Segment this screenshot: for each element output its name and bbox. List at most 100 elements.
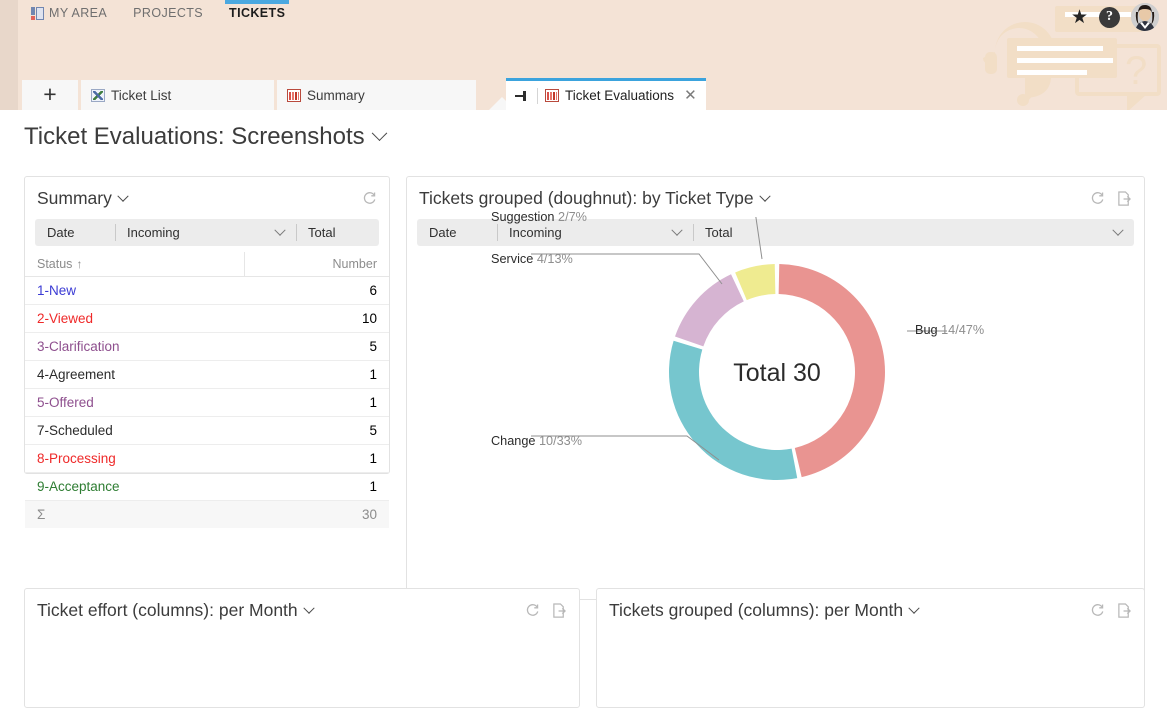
status-link[interactable]: 3-Clarification: [37, 339, 120, 354]
cell-status: 2-Viewed: [25, 304, 245, 333]
topnav-item-tickets[interactable]: TICKETS: [216, 0, 298, 26]
column-header-status[interactable]: Status ↑: [25, 252, 245, 277]
summary-table-header-row: Status ↑ Number: [25, 252, 389, 277]
cell-number: 1: [244, 472, 389, 501]
table-row[interactable]: 7-Scheduled 5: [25, 416, 389, 445]
my-area-icon: [31, 6, 44, 20]
cell-status: 5-Offered: [25, 388, 245, 417]
cell-number: 6: [244, 276, 389, 305]
refresh-icon[interactable]: [362, 191, 377, 206]
chart-icon: [545, 89, 559, 102]
summary-card-actions: [362, 191, 377, 206]
refresh-icon[interactable]: [525, 603, 540, 618]
status-link[interactable]: 4-Agreement: [37, 367, 115, 382]
table-row[interactable]: 4-Agreement 1: [25, 360, 389, 389]
status-link[interactable]: 9-Acceptance: [37, 479, 120, 494]
export-icon[interactable]: [1117, 602, 1132, 619]
doughnut-chart: Total 30 Suggestion 2/7% Service 4/13% C…: [407, 210, 1144, 517]
filter-date[interactable]: Date: [35, 219, 115, 246]
export-icon[interactable]: [552, 602, 567, 619]
tickets-grouped-columns-card-title[interactable]: Tickets grouped (columns): per Month: [609, 600, 920, 621]
add-tab-button[interactable]: +: [22, 80, 78, 110]
refresh-icon[interactable]: [1090, 603, 1105, 618]
topnav-item-my-area[interactable]: MY AREA: [18, 0, 120, 26]
doughnut-card-title-text: Tickets grouped (doughnut): by Ticket Ty…: [419, 188, 754, 208]
doughnut-slice-suggestion[interactable]: [735, 264, 776, 301]
sort-ascending-icon: ↑: [76, 257, 83, 271]
table-row[interactable]: 1-New 6: [25, 276, 389, 305]
chevron-down-icon[interactable]: [302, 602, 315, 614]
summary-card: Summary Date Incoming Total Status ↑ Num…: [24, 176, 390, 528]
cell-number: 1: [244, 444, 389, 473]
cell-status: 9-Acceptance: [25, 472, 245, 501]
chevron-down-icon[interactable]: [908, 602, 920, 614]
doughnut-label-change-text: Change: [491, 434, 536, 448]
tab-ticket-list[interactable]: Ticket List: [81, 80, 274, 110]
doughnut-card-title[interactable]: Tickets grouped (doughnut): by Ticket Ty…: [419, 188, 771, 209]
table-row[interactable]: 9-Acceptance 1: [25, 472, 389, 501]
close-icon[interactable]: ✕: [684, 88, 697, 103]
export-icon[interactable]: [1117, 190, 1132, 207]
status-link[interactable]: 7-Scheduled: [37, 423, 113, 438]
tab-ticket-evaluations[interactable]: Ticket Evaluations ✕: [506, 78, 706, 110]
summary-card-header: Summary: [25, 177, 389, 213]
chevron-down-icon[interactable]: [117, 190, 129, 202]
doughnut-label-suggestion: Suggestion 2/7%: [491, 210, 587, 224]
tickets-grouped-columns-card-title-text: Tickets grouped (columns): per Month: [609, 600, 904, 620]
doughnut-label-bug-value: 14/47%: [941, 323, 985, 337]
table-row[interactable]: 5-Offered 1: [25, 388, 389, 417]
chevron-down-icon[interactable]: [274, 224, 286, 236]
doughnut-label-suggestion-value: 2/7%: [558, 210, 587, 224]
filter-incoming-label: Incoming: [127, 225, 180, 240]
status-link[interactable]: 1-New: [37, 283, 76, 298]
ticket-effort-card-header: Ticket effort (columns): per Month: [25, 589, 579, 625]
cell-number: 1: [244, 360, 389, 389]
topnav-item-projects[interactable]: PROJECTS: [120, 0, 216, 26]
doughnut-card-header: Tickets grouped (doughnut): by Ticket Ty…: [407, 177, 1144, 213]
column-header-status-label: Status: [37, 257, 73, 271]
ticket-effort-card-title[interactable]: Ticket effort (columns): per Month: [37, 600, 315, 621]
status-link[interactable]: 8-Processing: [37, 451, 116, 466]
doughnut-label-service-text: Service: [491, 252, 534, 266]
table-total-row: Σ 30: [25, 500, 389, 528]
user-avatar[interactable]: [1131, 3, 1159, 31]
page-title[interactable]: Ticket Evaluations: Screenshots: [24, 123, 387, 151]
summary-card-title[interactable]: Summary: [37, 188, 129, 209]
chevron-down-icon[interactable]: [371, 124, 387, 141]
doughnut-label-change: Change 10/33%: [491, 434, 582, 448]
doughnut-slice-service[interactable]: [675, 274, 744, 347]
total-value: 30: [244, 500, 389, 528]
filter-total[interactable]: Total: [296, 219, 379, 246]
doughnut-card-actions: [1090, 190, 1132, 207]
tickets-grouped-columns-card-header: Tickets grouped (columns): per Month: [597, 589, 1144, 625]
refresh-icon[interactable]: [1090, 191, 1105, 206]
column-header-number[interactable]: Number: [243, 252, 389, 277]
table-row[interactable]: 8-Processing 1: [25, 444, 389, 473]
tab-label-summary: Summary: [307, 87, 365, 103]
help-icon[interactable]: ?: [1099, 6, 1120, 28]
ticket-effort-card-actions: [525, 602, 567, 619]
summary-card-title-text: Summary: [37, 188, 112, 208]
cell-number: 5: [244, 332, 389, 361]
table-row[interactable]: 2-Viewed 10: [25, 304, 389, 333]
tab-strip: + Ticket List Summary Ticket Evaluations…: [0, 78, 1167, 110]
pin-icon[interactable]: [515, 90, 530, 102]
topnav-label-projects: PROJECTS: [133, 6, 204, 20]
tickets-grouped-columns-card-actions: [1090, 602, 1132, 619]
cell-number: 5: [244, 416, 389, 445]
tab-summary[interactable]: Summary: [277, 80, 476, 110]
status-link[interactable]: 2-Viewed: [37, 311, 93, 326]
ticket-effort-card: Ticket effort (columns): per Month: [24, 588, 580, 708]
chevron-down-icon[interactable]: [758, 190, 771, 202]
filter-incoming[interactable]: Incoming: [115, 219, 296, 246]
cell-number: 1: [244, 388, 389, 417]
doughnut-label-suggestion-text: Suggestion: [491, 210, 555, 224]
favorites-star-icon[interactable]: ★: [1071, 8, 1088, 27]
status-link[interactable]: 5-Offered: [37, 395, 94, 410]
chart-icon: [287, 88, 301, 102]
cell-status: 3-Clarification: [25, 332, 245, 361]
tools-icon: [91, 88, 105, 102]
table-row[interactable]: 3-Clarification 5: [25, 332, 389, 361]
filter-date-label: Date: [47, 225, 75, 240]
cell-status: 8-Processing: [25, 444, 245, 473]
